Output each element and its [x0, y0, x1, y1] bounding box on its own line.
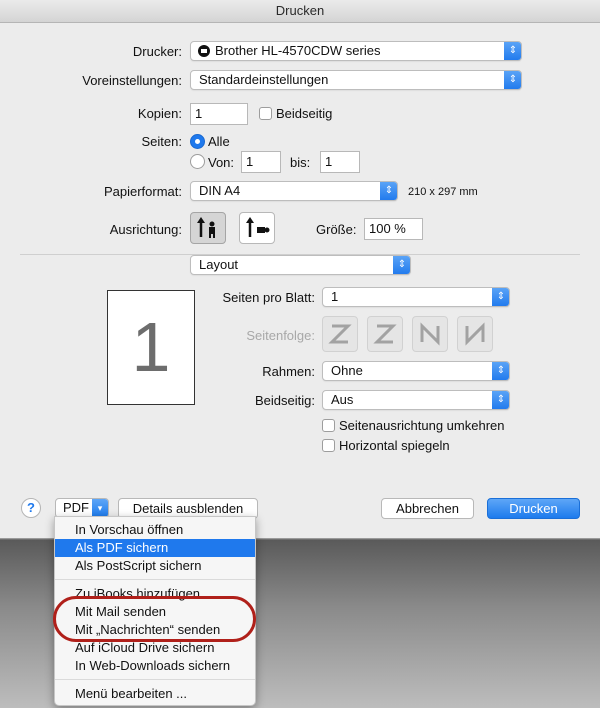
- pages-to-label: bis:: [290, 155, 311, 170]
- presets-label: Voreinstellungen:: [82, 73, 182, 88]
- pdf-label: PDF: [63, 500, 89, 515]
- flip-horizontal-checkbox[interactable]: [322, 439, 335, 452]
- chevron-updown-icon: ⇕: [492, 362, 509, 380]
- menu-separator: [55, 679, 255, 680]
- print-dialog: Drucken Drucker: Brother HL-4570CDW seri…: [0, 0, 600, 539]
- window-title: Drucken: [0, 0, 600, 23]
- portrait-orientation-button[interactable]: [190, 212, 226, 244]
- menu-item-open-in-preview[interactable]: In Vorschau öffnen: [55, 521, 255, 539]
- paper-size-select[interactable]: DIN A4 ⇕: [190, 181, 398, 201]
- two-sided-select[interactable]: Aus ⇕: [322, 390, 510, 410]
- menu-separator: [55, 579, 255, 580]
- duplex-checkbox-label: Beidseitig: [276, 106, 333, 121]
- printer-value: Brother HL-4570CDW series: [215, 43, 381, 58]
- page-preview: 1: [107, 290, 195, 405]
- chevron-updown-icon: ⇕: [492, 391, 509, 409]
- page-order-reverse-n-icon: [465, 322, 485, 346]
- menu-item-save-as-postscript[interactable]: Als PostScript sichern: [55, 557, 255, 575]
- duplex-checkbox[interactable]: [259, 107, 272, 120]
- pages-from-label: Von:: [208, 155, 235, 170]
- help-button[interactable]: ?: [21, 498, 41, 518]
- scale-label: Größe:: [316, 222, 357, 237]
- menu-item-save-to-web-downloads[interactable]: In Web-Downloads sichern: [55, 657, 255, 675]
- chevron-updown-icon: ⇕: [492, 288, 509, 306]
- paper-size-value: DIN A4: [199, 183, 241, 198]
- two-sided-value: Aus: [331, 392, 354, 407]
- menu-item-edit-menu[interactable]: Menü bearbeiten ...: [55, 685, 255, 703]
- copies-field[interactable]: 1: [190, 103, 248, 125]
- pages-per-sheet-value: 1: [331, 289, 339, 304]
- chevron-updown-icon: ⇕: [393, 256, 410, 274]
- portrait-orientation-icon: [197, 217, 215, 238]
- page-order-n-button[interactable]: [412, 316, 448, 352]
- page-order-reverse-z-button[interactable]: [367, 316, 403, 352]
- page-order-z-icon: [328, 324, 352, 344]
- pages-per-sheet-label: Seiten pro Blatt:: [222, 290, 316, 305]
- printer-label: Drucker:: [132, 44, 182, 59]
- chevron-down-icon: ▾: [92, 499, 108, 517]
- page-order-reverse-z-icon: [373, 324, 397, 344]
- landscape-orientation-button[interactable]: [239, 212, 275, 244]
- printer-icon: [198, 45, 210, 57]
- cancel-button[interactable]: Abbrechen: [381, 498, 474, 519]
- chevron-updown-icon: ⇕: [504, 42, 521, 60]
- page-order-z-button[interactable]: [322, 316, 358, 352]
- page-order-reverse-n-button[interactable]: [457, 316, 493, 352]
- print-button[interactable]: Drucken: [487, 498, 580, 519]
- copies-label: Kopien:: [137, 106, 182, 121]
- reverse-orientation-label: Seitenausrichtung umkehren: [339, 418, 505, 433]
- border-label: Rahmen:: [262, 364, 315, 379]
- border-select[interactable]: Ohne ⇕: [322, 361, 510, 381]
- section-value: Layout: [199, 257, 239, 272]
- scale-field[interactable]: 100 %: [364, 218, 423, 240]
- flip-horizontal-label: Horizontal spiegeln: [339, 438, 450, 453]
- orientation-label: Ausrichtung:: [109, 222, 182, 237]
- paper-dimensions: 210 x 297 mm: [408, 186, 478, 198]
- pages-all-label: Alle: [208, 134, 230, 149]
- annotation-highlight-ring: [53, 596, 256, 642]
- chevron-updown-icon: ⇕: [380, 182, 397, 200]
- paper-size-label: Papierformat:: [103, 184, 182, 199]
- pages-to-field[interactable]: 1: [320, 151, 360, 173]
- chevron-updown-icon: ⇕: [504, 71, 521, 89]
- presets-value: Standardeinstellungen: [199, 72, 329, 87]
- pages-range-radio[interactable]: [190, 154, 205, 169]
- pages-per-sheet-select[interactable]: 1 ⇕: [322, 287, 510, 307]
- page-order-n-icon: [420, 322, 440, 346]
- pages-from-field[interactable]: 1: [241, 151, 281, 173]
- border-value: Ohne: [331, 363, 363, 378]
- printer-select[interactable]: Brother HL-4570CDW series ⇕: [190, 41, 522, 61]
- menu-item-save-as-pdf[interactable]: Als PDF sichern: [55, 539, 255, 557]
- landscape-orientation-icon: [246, 217, 270, 237]
- reverse-orientation-checkbox[interactable]: [322, 419, 335, 432]
- presets-select[interactable]: Standardeinstellungen ⇕: [190, 70, 522, 90]
- two-sided-label: Beidseitig:: [255, 393, 315, 408]
- page-order-label: Seitenfolge:: [246, 328, 315, 343]
- pages-label: Seiten:: [141, 134, 182, 149]
- section-select[interactable]: Layout ⇕: [190, 255, 411, 275]
- pages-all-radio[interactable]: [190, 134, 205, 149]
- pdf-menu-button[interactable]: PDF ▾: [55, 498, 109, 518]
